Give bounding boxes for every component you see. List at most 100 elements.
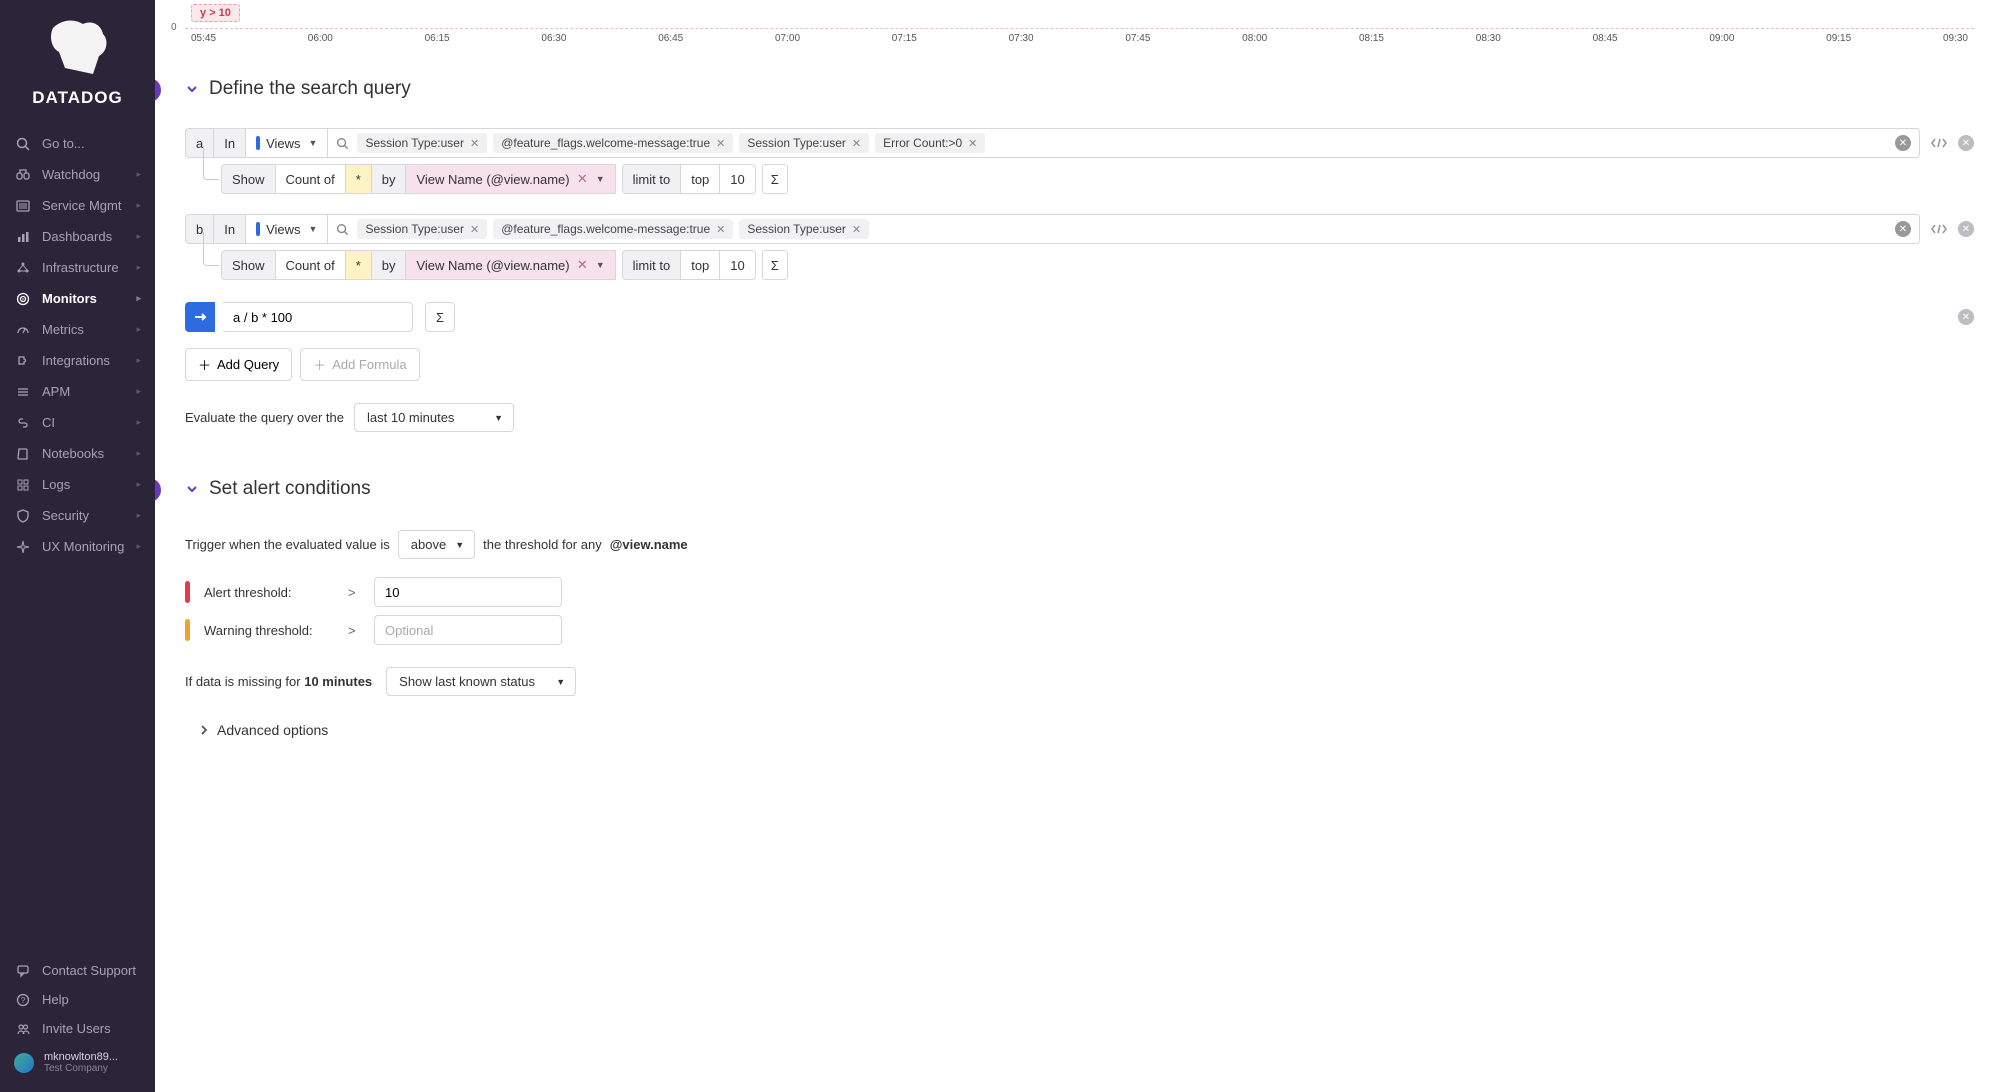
nav-item-logs[interactable]: Logs▸ [0, 469, 155, 500]
missing-data-action-select[interactable]: Show last known status ▼ [386, 667, 576, 696]
formula-input[interactable] [223, 302, 413, 332]
step-2-header[interactable]: Set alert conditions [185, 478, 1974, 500]
x-tick: 07:30 [1009, 33, 1034, 44]
nav-item-apm[interactable]: APM▸ [0, 376, 155, 407]
code-toggle-icon[interactable] [1930, 136, 1948, 150]
shield-icon [14, 509, 32, 523]
show-label: Show [221, 164, 276, 194]
footer-item-label: Invite Users [42, 1021, 111, 1036]
nav-item-infrastructure[interactable]: Infrastructure▸ [0, 252, 155, 283]
filter-pill[interactable]: Session Type:user✕ [357, 133, 487, 153]
nav-item-label: Watchdog [42, 167, 100, 182]
query-aggregate-row-b: Show Count of * by View Name (@view.name… [221, 250, 1974, 280]
clear-filters-button[interactable]: ✕ [1895, 221, 1911, 237]
remove-pill-icon[interactable]: ✕ [716, 137, 725, 150]
nav-item-security[interactable]: Security▸ [0, 500, 155, 531]
query-filter-input[interactable]: Session Type:user✕ @feature_flags.welcome… [328, 214, 1920, 244]
remove-groupby-icon[interactable]: ✕ [577, 257, 588, 273]
step-1-header[interactable]: Define the search query [185, 78, 1974, 100]
groupby-select[interactable]: View Name (@view.name) ✕▼ [406, 250, 615, 280]
remove-pill-icon[interactable]: ✕ [852, 137, 861, 150]
nav-item-integrations[interactable]: Integrations▸ [0, 345, 155, 376]
chevron-right-icon: ▸ [136, 510, 141, 521]
measure-select[interactable]: Count of [276, 250, 346, 280]
alert-threshold-input[interactable] [374, 577, 562, 607]
remove-pill-icon[interactable]: ✕ [470, 137, 479, 150]
delete-query-button[interactable]: ✕ [1958, 221, 1974, 237]
nav-item-ci[interactable]: CI▸ [0, 407, 155, 438]
remove-pill-icon[interactable]: ✕ [716, 223, 725, 236]
filter-pill[interactable]: Session Type:user✕ [357, 219, 487, 239]
code-toggle-icon[interactable] [1930, 222, 1948, 236]
remove-pill-icon[interactable]: ✕ [470, 223, 479, 236]
x-tick: 08:00 [1242, 33, 1267, 44]
caret-down-icon: ▼ [494, 413, 503, 423]
limit-count-input[interactable]: 10 [720, 250, 755, 280]
nav-goto[interactable]: Go to... [0, 128, 155, 159]
main-nav: Go to... Watchdog ▸ Service Mgmt▸Dashboard… [0, 120, 155, 950]
measure-field[interactable]: * [346, 164, 372, 194]
gauge-icon [14, 323, 32, 337]
chevron-down-icon [185, 482, 199, 496]
alert-threshold-op: > [348, 585, 360, 600]
query-in-label: In [214, 128, 246, 158]
measure-select[interactable]: Count of [276, 164, 346, 194]
groupby-select[interactable]: View Name (@view.name) ✕▼ [406, 164, 615, 194]
functions-button[interactable]: Σ [762, 164, 788, 194]
warning-threshold-op: > [348, 623, 360, 638]
formula-icon [185, 302, 215, 332]
user-menu[interactable]: mknowlton89... Test Company [0, 1043, 155, 1082]
query-source-select[interactable]: Views▼ [246, 128, 328, 158]
limit-direction-select[interactable]: top [681, 250, 720, 280]
remove-pill-icon[interactable]: ✕ [852, 223, 861, 236]
filter-pill[interactable]: @feature_flags.welcome-message:true✕ [493, 219, 733, 239]
chevron-right-icon: ▸ [136, 479, 141, 490]
limit-direction-select[interactable]: top [681, 164, 720, 194]
delete-formula-button[interactable]: ✕ [1958, 309, 1974, 325]
query-source-select[interactable]: Views▼ [246, 214, 328, 244]
search-icon [336, 223, 349, 236]
nav-item-label: Integrations [42, 353, 110, 368]
add-query-button[interactable]: ＋ Add Query [185, 348, 292, 381]
add-query-label: Add Query [217, 357, 279, 372]
nav-item-ux-monitoring[interactable]: UX Monitoring▸ [0, 531, 155, 562]
delete-query-button[interactable]: ✕ [1958, 135, 1974, 151]
footer-item-help[interactable]: ?Help [0, 985, 155, 1014]
footer-item-invite-users[interactable]: Invite Users [0, 1014, 155, 1043]
filter-pill[interactable]: Session Type:user✕ [739, 133, 869, 153]
remove-groupby-icon[interactable]: ✕ [577, 171, 588, 187]
filter-pill[interactable]: @feature_flags.welcome-message:true✕ [493, 133, 733, 153]
warning-threshold-input[interactable] [374, 615, 562, 645]
caret-down-icon: ▼ [596, 174, 605, 184]
nav-item-metrics[interactable]: Metrics▸ [0, 314, 155, 345]
link-icon [14, 416, 32, 430]
functions-button[interactable]: Σ [762, 250, 788, 280]
clear-filters-button[interactable]: ✕ [1895, 135, 1911, 151]
filter-pill[interactable]: Error Count:>0✕ [875, 133, 985, 153]
formula-functions-button[interactable]: Σ [425, 302, 455, 332]
alert-color-indicator [185, 581, 190, 603]
evaluate-window-value: last 10 minutes [367, 410, 454, 425]
nav-item-dashboards[interactable]: Dashboards▸ [0, 221, 155, 252]
filter-pill[interactable]: Session Type:user✕ [739, 219, 869, 239]
trigger-operator-select[interactable]: above ▼ [398, 530, 475, 559]
nav-item-notebooks[interactable]: Notebooks▸ [0, 438, 155, 469]
nav-goto-label: Go to... [42, 136, 85, 151]
footer-item-contact-support[interactable]: Contact Support [0, 956, 155, 985]
query-row-b: b In Views▼ Session Type:user✕@feature_f… [185, 214, 1974, 244]
evaluate-window-select[interactable]: last 10 minutes ▼ [354, 403, 514, 432]
chevron-right-icon: ▸ [136, 293, 141, 304]
query-filter-input[interactable]: Session Type:user✕ @feature_flags.welcome… [328, 128, 1920, 158]
remove-pill-icon[interactable]: ✕ [968, 137, 977, 150]
query-row-a: a In Views▼ Session Type:user✕@feature_f… [185, 128, 1974, 158]
nav-item-monitors[interactable]: Monitors▸ [0, 283, 155, 314]
measure-field[interactable]: * [346, 250, 372, 280]
nav-item-service-mgmt[interactable]: Service Mgmt▸ [0, 190, 155, 221]
advanced-options-toggle[interactable]: Advanced options [199, 722, 1974, 738]
add-formula-label: Add Formula [332, 357, 406, 372]
chevron-right-icon: ▸ [136, 169, 141, 180]
nav-item-watchdog[interactable]: Watchdog ▸ [0, 159, 155, 190]
limit-count-input[interactable]: 10 [720, 164, 755, 194]
x-tick: 06:15 [425, 33, 450, 44]
add-formula-button[interactable]: ＋ Add Formula [300, 348, 419, 381]
